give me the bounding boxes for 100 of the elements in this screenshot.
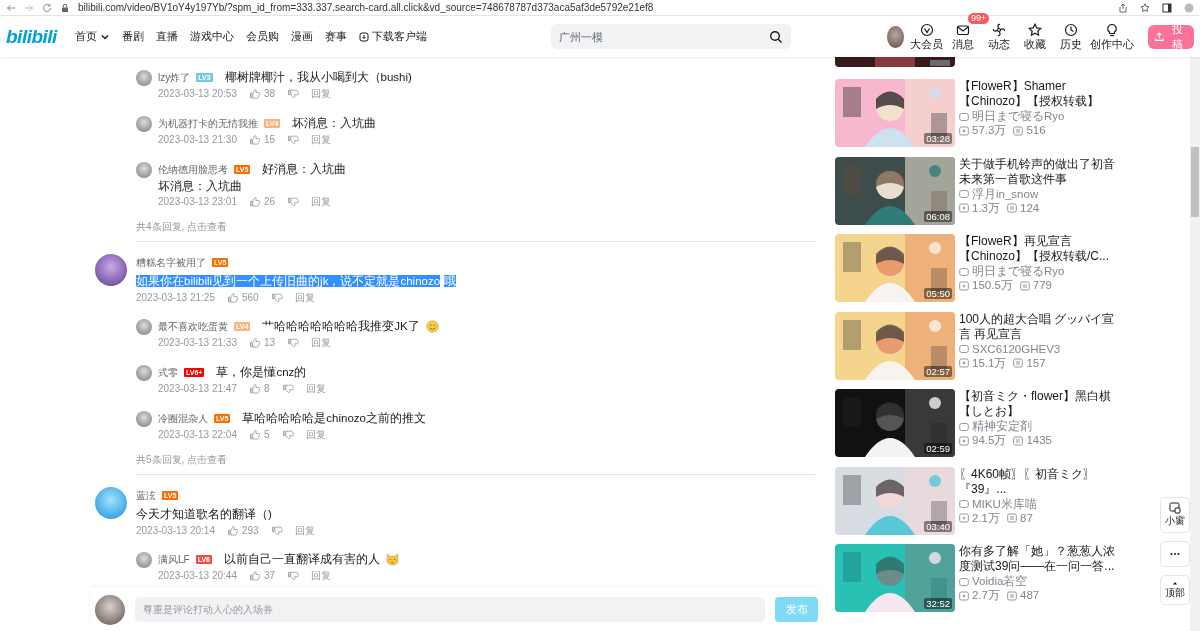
uploader-name[interactable]: 精神安定剤	[972, 420, 1032, 433]
search-field[interactable]: 广州一模	[550, 24, 792, 49]
nav-link[interactable]: 漫画	[290, 29, 313, 44]
scrollbar-thumb[interactable]	[1191, 147, 1199, 217]
header-action[interactable]: 大会员	[909, 21, 944, 52]
user-name[interactable]: 糟糕名字被用了	[136, 254, 206, 271]
uploader-name[interactable]: 浮月in_snow	[972, 187, 1039, 201]
share-icon[interactable]	[1118, 2, 1128, 13]
like-count: 560	[241, 291, 259, 304]
video-duration: 32:52	[924, 598, 952, 609]
more-button[interactable]	[1160, 541, 1190, 567]
thumbs-down-icon[interactable]	[270, 291, 283, 304]
thumbs-up-icon[interactable]	[248, 382, 261, 395]
address-bar[interactable]: bilibili.com/video/BV1oY4y197Yb/?spm_id_from=333.337.search-card.all.click&vd_source=748678787d373aca5af3de5792e21ef8	[78, 2, 654, 13]
play-icon	[959, 280, 969, 291]
video-title[interactable]: 【初音ミク・flower】黑白棋【しとお】	[959, 389, 1124, 419]
video-title[interactable]: 【FloweR】再见宣言【Chinozo】【授权转载/C...	[959, 234, 1124, 264]
up-triangle-icon	[1171, 580, 1179, 586]
avatar[interactable]	[136, 319, 152, 335]
thumbs-up-icon[interactable]	[248, 133, 261, 146]
forward-icon[interactable]	[24, 2, 34, 13]
thumbs-down-icon[interactable]	[281, 382, 294, 395]
uploader-name[interactable]: 明日まで寝るRyo	[972, 265, 1065, 278]
thumbs-down-icon[interactable]	[281, 428, 294, 441]
thumbs-up-icon[interactable]	[248, 569, 261, 582]
avatar[interactable]	[95, 254, 127, 286]
comment-text: 今天才知道歌名的翻译（)	[136, 507, 273, 522]
avatar[interactable]	[136, 70, 152, 86]
user-name[interactable]: 最不喜欢吃蛋黄	[158, 318, 228, 335]
back-to-top-button[interactable]: 顶部	[1160, 575, 1190, 605]
back-icon[interactable]	[6, 2, 16, 13]
nav-link[interactable]: 游戏中心	[189, 29, 234, 44]
video-title[interactable]: 100人的超大合唱 グッバイ宣言 再见宣言	[959, 311, 1124, 342]
user-name[interactable]: lzy炸了	[158, 69, 191, 86]
uploader-name[interactable]: SXC6120GHEV3	[972, 342, 1061, 356]
danmaku-count: 779	[1032, 279, 1052, 292]
search-icon[interactable]	[769, 30, 784, 44]
nav-link[interactable]: 会员购	[245, 29, 279, 44]
thumbs-down-icon[interactable]	[287, 133, 300, 146]
thumbs-up-icon[interactable]	[226, 291, 239, 304]
danmaku-icon	[1007, 203, 1017, 213]
user-name[interactable]: 蓝泫	[136, 487, 156, 504]
user-name[interactable]: 伦纳德用脸思考	[158, 161, 228, 178]
nav-link[interactable]: 下载客户端	[358, 29, 427, 44]
user-name[interactable]: 式零	[158, 364, 178, 381]
profile-icon[interactable]	[1184, 2, 1194, 13]
thumbs-up-icon[interactable]	[226, 524, 239, 537]
header-action[interactable]: 创作中心	[1089, 21, 1134, 52]
avatar[interactable]	[136, 162, 152, 178]
avatar[interactable]	[887, 25, 904, 48]
thumbs-up-icon[interactable]	[248, 195, 261, 208]
uploader-name[interactable]: Voidia若空	[972, 575, 1028, 588]
play-icon	[959, 590, 969, 601]
uploader-name[interactable]: 明日まで寝るRyo	[972, 110, 1065, 123]
nav-link[interactable]: 直播	[155, 29, 178, 44]
sidebar-icon[interactable]	[1162, 2, 1172, 13]
video-title[interactable]: 关于做手机铃声的做出了初音未来第一首歌这件事	[959, 156, 1124, 187]
comment-time: 2023-03-13 21:33	[158, 336, 237, 349]
header-action[interactable]: 动态	[981, 21, 1016, 52]
like-count: 293	[241, 524, 259, 537]
thumbs-down-icon[interactable]	[287, 195, 300, 208]
thumbs-down-icon[interactable]	[287, 569, 300, 582]
reply-text: 椰树牌椰汁，我从小喝到大（bushi)	[224, 70, 412, 85]
thumbs-up-icon[interactable]	[248, 87, 261, 100]
avatar[interactable]	[136, 365, 152, 381]
user-name[interactable]: 为机器打卡的无情我推	[158, 115, 258, 132]
comment-input[interactable]: 尊重是评论打动人心的入场券	[135, 597, 765, 622]
star-icon[interactable]	[1140, 2, 1150, 13]
header-action[interactable]: 历史	[1053, 21, 1088, 52]
thumbs-down-icon[interactable]	[270, 524, 283, 537]
nav-link[interactable]: 首页	[74, 29, 110, 44]
like-count: 26	[263, 195, 276, 208]
comment-time: 2023-03-13 20:53	[158, 87, 237, 100]
avatar[interactable]	[136, 552, 152, 568]
video-title[interactable]: 〖4K60帧〗〖初音ミク〗『39』...	[959, 466, 1124, 497]
comment-time: 2023-03-13 22:04	[158, 428, 237, 441]
header-action[interactable]: 消息	[945, 21, 980, 52]
bulb-icon	[1104, 23, 1119, 37]
nav-link[interactable]: 番剧	[121, 29, 144, 44]
video-title[interactable]: 你有多了解「她」？葱葱人浓度测试39问——在一问一答...	[959, 544, 1124, 574]
danmaku-icon	[1013, 358, 1024, 368]
avatar[interactable]	[136, 411, 152, 427]
thumbs-up-icon[interactable]	[248, 428, 261, 441]
user-name[interactable]: 满风LF	[158, 551, 190, 568]
user-name[interactable]: 冷圈混杂人	[158, 410, 208, 427]
reload-icon[interactable]	[42, 2, 52, 13]
avatar[interactable]	[136, 116, 152, 132]
header-action[interactable]: 收藏	[1017, 21, 1052, 52]
thumbs-down-icon[interactable]	[287, 336, 300, 349]
mini-window-button[interactable]: 小窗	[1160, 497, 1190, 533]
avatar[interactable]	[95, 487, 127, 519]
nav-link[interactable]: 赛事	[324, 29, 347, 44]
thumbs-down-icon[interactable]	[287, 87, 300, 100]
fan-icon	[991, 23, 1006, 37]
thumbs-up-icon[interactable]	[248, 336, 261, 349]
vip-icon	[919, 23, 934, 37]
like-count: 8	[263, 382, 270, 395]
reply-text: 草，你是懂cnz的	[216, 365, 307, 380]
uploader-name[interactable]: MIKU米库喵	[972, 497, 1037, 511]
video-title[interactable]: 【FloweR】Shamer【Chinozo】【授权转载】	[959, 79, 1124, 109]
